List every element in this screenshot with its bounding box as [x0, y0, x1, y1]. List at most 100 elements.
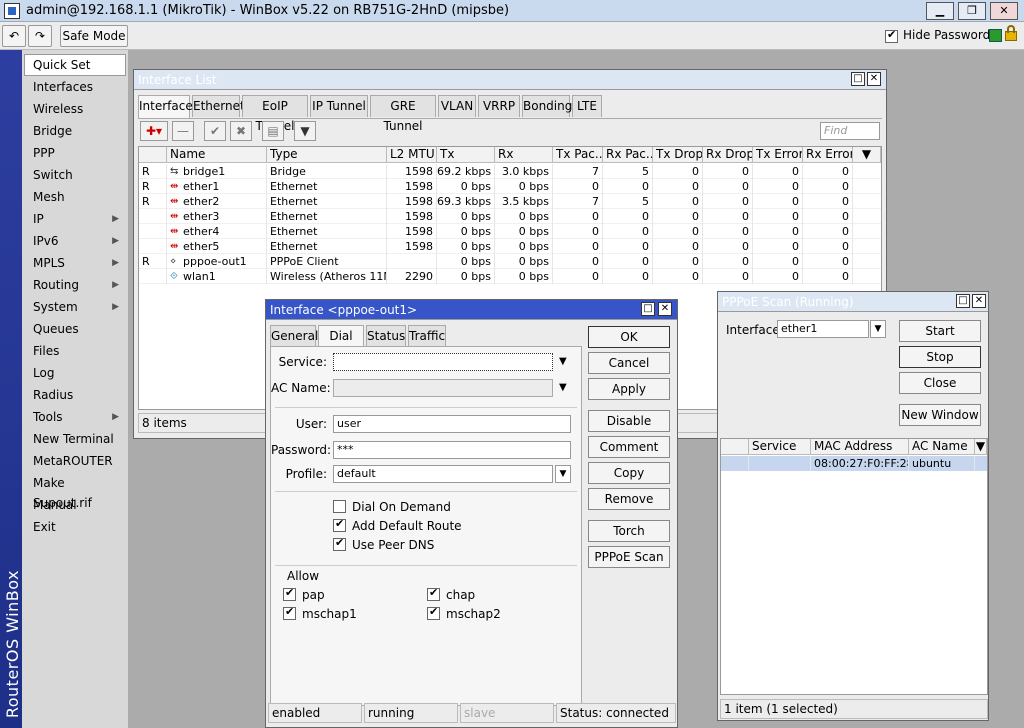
tab-vlan[interactable]: VLAN — [438, 95, 476, 117]
safe-mode-button[interactable]: Safe Mode — [60, 25, 128, 47]
filter-icon[interactable]: ▼ — [294, 121, 316, 141]
checkbox[interactable] — [333, 536, 346, 551]
sidebar-item[interactable]: Make Supout.rif — [24, 472, 126, 510]
close-button[interactable]: Close — [899, 372, 981, 394]
column-header[interactable]: Tx — [437, 147, 495, 163]
column-header[interactable]: MAC Address — [811, 439, 909, 455]
sidebar-item[interactable]: Switch — [24, 164, 126, 186]
column-header[interactable] — [139, 147, 167, 163]
tab-ethernet[interactable]: Ethernet — [192, 95, 245, 117]
scan-interface-dropdown-icon[interactable]: ▼ — [870, 320, 886, 338]
column-header[interactable]: Name — [167, 147, 267, 163]
tab-gre-tunnel[interactable]: GRE Tunnel — [370, 95, 436, 133]
tab-eoip-tunnel[interactable]: EoIP Tunnel — [242, 95, 308, 133]
service-dropdown-icon[interactable]: ▼ — [559, 356, 567, 367]
sidebar-item[interactable]: Tools ▶ — [24, 406, 126, 428]
window-close-icon[interactable]: ✕ — [972, 294, 986, 308]
remove-button[interactable]: Remove — [588, 488, 670, 510]
maximize-button[interactable]: ❐ — [958, 2, 986, 20]
sidebar-item[interactable]: IPv6 ▶ — [24, 230, 126, 252]
pppoe-dialog-titlebar[interactable]: Interface <pppoe-out1> □ ✕ — [266, 300, 677, 320]
ac-name-input[interactable] — [333, 379, 553, 397]
allow-mschap1[interactable]: mschap1 — [283, 605, 357, 622]
column-header[interactable]: Tx Pac... — [553, 147, 603, 163]
window-maximize-icon[interactable]: □ — [641, 302, 655, 316]
option-add-default-route[interactable]: Add Default Route — [333, 517, 462, 534]
sidebar-item[interactable]: Routing ▶ — [24, 274, 126, 296]
find-input[interactable]: Find — [820, 122, 880, 140]
profile-dropdown-icon[interactable]: ▼ — [555, 465, 571, 483]
sidebar-item[interactable]: System ▶ — [24, 296, 126, 318]
start-button[interactable]: Start — [899, 320, 981, 342]
ac-name-dropdown-icon[interactable]: ▼ — [559, 382, 567, 393]
sidebar-item[interactable]: Queues — [24, 318, 126, 340]
sidebar-item[interactable]: IP ▶ — [24, 208, 126, 230]
remove-icon[interactable]: — — [172, 121, 194, 141]
redo-icon[interactable]: ↷ — [28, 25, 52, 47]
close-button[interactable]: ✕ — [990, 2, 1018, 20]
sidebar-item[interactable]: Interfaces — [24, 76, 126, 98]
service-input[interactable] — [333, 353, 553, 371]
window-close-icon[interactable]: ✕ — [658, 302, 672, 316]
column-header[interactable]: AC Name — [909, 439, 975, 455]
sidebar-item[interactable]: Bridge — [24, 120, 126, 142]
new-window-button[interactable]: New Window — [899, 404, 981, 426]
cancel-button[interactable]: Cancel — [588, 352, 670, 374]
user-input[interactable]: user — [333, 415, 571, 433]
comment-icon[interactable]: ▤ — [262, 121, 284, 141]
option-use-peer-dns[interactable]: Use Peer DNS — [333, 536, 434, 553]
columns-menu-icon[interactable]: ▼ — [853, 147, 881, 163]
sidebar-item[interactable]: Mesh — [24, 186, 126, 208]
column-header[interactable]: Tx Drops — [653, 147, 703, 163]
comment-button[interactable]: Comment — [588, 436, 670, 458]
tab-interface[interactable]: Interface — [138, 95, 193, 118]
pppoe-scan-titlebar[interactable]: PPPoE Scan (Running) □ ✕ — [718, 292, 988, 312]
tab-status[interactable]: Status — [366, 325, 406, 347]
column-header[interactable]: Rx Drops — [703, 147, 753, 163]
allow-pap[interactable]: pap — [283, 586, 325, 603]
disable-button[interactable]: Disable — [588, 410, 670, 432]
window-maximize-icon[interactable]: □ — [956, 294, 970, 308]
disable-icon[interactable]: ✖ — [230, 121, 252, 141]
undo-icon[interactable]: ↶ — [2, 25, 26, 47]
sidebar-item[interactable]: Quick Set — [24, 54, 126, 76]
allow-mschap2[interactable]: mschap2 — [427, 605, 501, 622]
minimize-button[interactable]: ▁ — [926, 2, 954, 20]
sidebar-item[interactable]: MetaROUTER — [24, 450, 126, 472]
hide-passwords-checkbox[interactable] — [885, 28, 898, 43]
sidebar-item[interactable]: New Terminal — [24, 428, 126, 450]
tab-bonding[interactable]: Bonding — [522, 95, 572, 117]
tab-traffic[interactable]: Traffic — [408, 325, 446, 347]
sidebar-item[interactable]: PPP — [24, 142, 126, 164]
column-header[interactable]: Rx Pac... — [603, 147, 653, 163]
add-icon[interactable]: ✚▾ — [140, 121, 168, 141]
column-header[interactable]: Service — [749, 439, 811, 455]
column-header[interactable]: Tx Errors — [753, 147, 803, 163]
enable-icon[interactable]: ✔ — [204, 121, 226, 141]
password-input[interactable]: *** — [333, 441, 571, 459]
column-header[interactable]: Rx Errors — [803, 147, 853, 163]
checkbox[interactable] — [333, 500, 346, 513]
columns-menu-icon[interactable]: ▼ — [975, 439, 987, 455]
window-close-icon[interactable]: ✕ — [867, 72, 881, 86]
checkbox[interactable] — [333, 517, 346, 532]
torch-button[interactable]: Torch — [588, 520, 670, 542]
tab-dial-out[interactable]: Dial Out — [318, 325, 364, 363]
option-dial-on-demand[interactable]: Dial On Demand — [333, 499, 451, 515]
tab-ip-tunnel[interactable]: IP Tunnel — [310, 95, 368, 117]
interface-list-titlebar[interactable]: Interface List □ ✕ — [134, 70, 886, 90]
sidebar-item[interactable]: MPLS ▶ — [24, 252, 126, 274]
apply-button[interactable]: Apply — [588, 378, 670, 400]
stop-button[interactable]: Stop — [899, 346, 981, 368]
column-header[interactable]: Rx — [495, 147, 553, 163]
scan-interface-select[interactable]: ether1 — [777, 320, 869, 338]
column-header[interactable]: Type — [267, 147, 387, 163]
profile-select[interactable]: default — [333, 465, 553, 483]
sidebar-item[interactable]: Wireless — [24, 98, 126, 120]
sidebar-item[interactable]: Manual — [24, 494, 126, 516]
tab-vrrp[interactable]: VRRP — [478, 95, 520, 117]
copy-button[interactable]: Copy — [588, 462, 670, 484]
ok-button[interactable]: OK — [588, 326, 670, 348]
checkbox[interactable] — [427, 586, 440, 601]
column-header[interactable] — [721, 439, 749, 455]
